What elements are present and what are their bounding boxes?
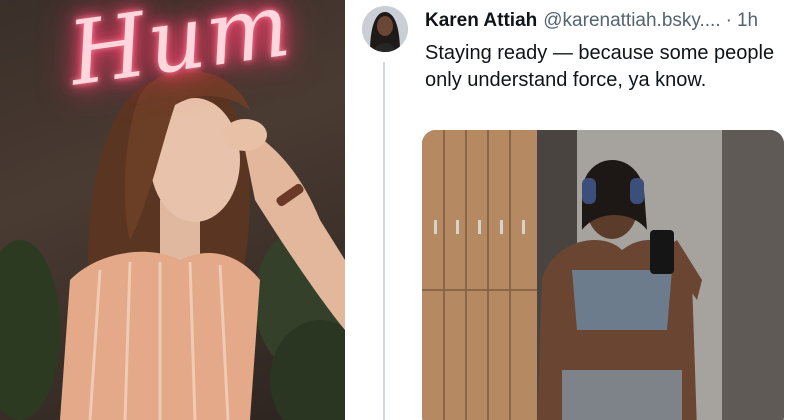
- avatar-photo-icon: [362, 6, 408, 52]
- author-handle[interactable]: @karenattiah.bsky....: [543, 10, 720, 32]
- tweet-text: Staying ready — because some people only…: [425, 42, 775, 91]
- tweet-header: Karen Attiah @karenattiah.bsky.... · 1h: [425, 6, 795, 36]
- thread-line: [383, 62, 385, 420]
- separator-dot: ·: [725, 10, 732, 31]
- gym-selfie-photo-icon: [422, 130, 784, 420]
- timestamp[interactable]: 1h: [737, 10, 758, 32]
- left-photo: Hum: [0, 0, 345, 420]
- tweet-card[interactable]: Karen Attiah @karenattiah.bsky.... · 1h …: [345, 0, 800, 420]
- avatar[interactable]: [362, 6, 408, 52]
- tweet-media[interactable]: [422, 130, 784, 420]
- author-name[interactable]: Karen Attiah: [425, 10, 537, 32]
